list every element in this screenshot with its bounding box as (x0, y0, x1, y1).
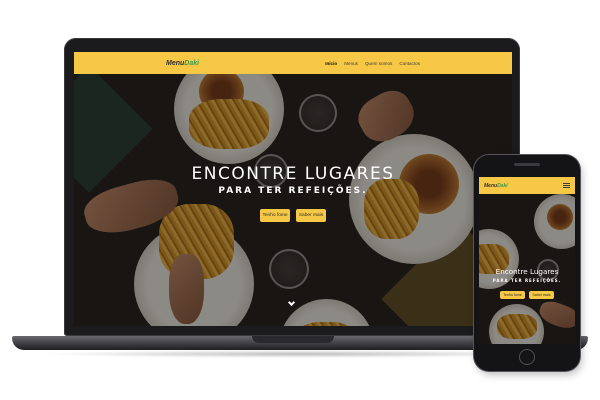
nav-item-quem-somos[interactable]: Quem somos (365, 61, 392, 66)
hero-subtitle: PARA TER REFEIÇÕES. (218, 186, 368, 196)
mobile-navbar: MenuDaki (479, 177, 575, 194)
navbar: MenuDaki Início Menus Quem somos Contact… (74, 52, 512, 74)
hungry-button[interactable]: Tenho fome (260, 209, 290, 222)
mobile-hero-title: Encontre Lugares (495, 267, 559, 276)
laptop-screen: MenuDaki Início Menus Quem somos Contact… (74, 52, 512, 326)
mobile-hero-buttons: Tenho fome Saber mais (479, 291, 575, 299)
laptop-notch (252, 336, 334, 343)
hamburger-menu-icon[interactable] (563, 182, 570, 189)
phone-screen: MenuDaki Encontre Lugares PARA TER REFEI… (479, 177, 575, 344)
mobile-hero-subtitle: PARA TER REFEIÇÕES. (492, 278, 562, 283)
nav-item-contactos[interactable]: Contactos (399, 61, 420, 66)
hero-background (74, 74, 512, 326)
mobile-learn-more-button[interactable]: Saber mais (529, 291, 554, 299)
learn-more-button[interactable]: Saber mais (296, 209, 326, 222)
nav-item-menus[interactable]: Menus (344, 61, 358, 66)
mobile-hungry-button[interactable]: Tenho fome (500, 291, 525, 299)
mobile-logo[interactable]: MenuDaki (484, 183, 508, 189)
nav-item-inicio[interactable]: Início (325, 61, 337, 66)
nav-menu: Início Menus Quem somos Contactos (325, 61, 420, 66)
logo[interactable]: MenuDaki (166, 60, 199, 67)
phone-speaker (514, 163, 540, 166)
hero-title: ENCONTRE LUGARES (191, 164, 395, 184)
phone-home-button (519, 349, 535, 365)
hero-buttons: Tenho fome Saber mais (74, 209, 512, 222)
